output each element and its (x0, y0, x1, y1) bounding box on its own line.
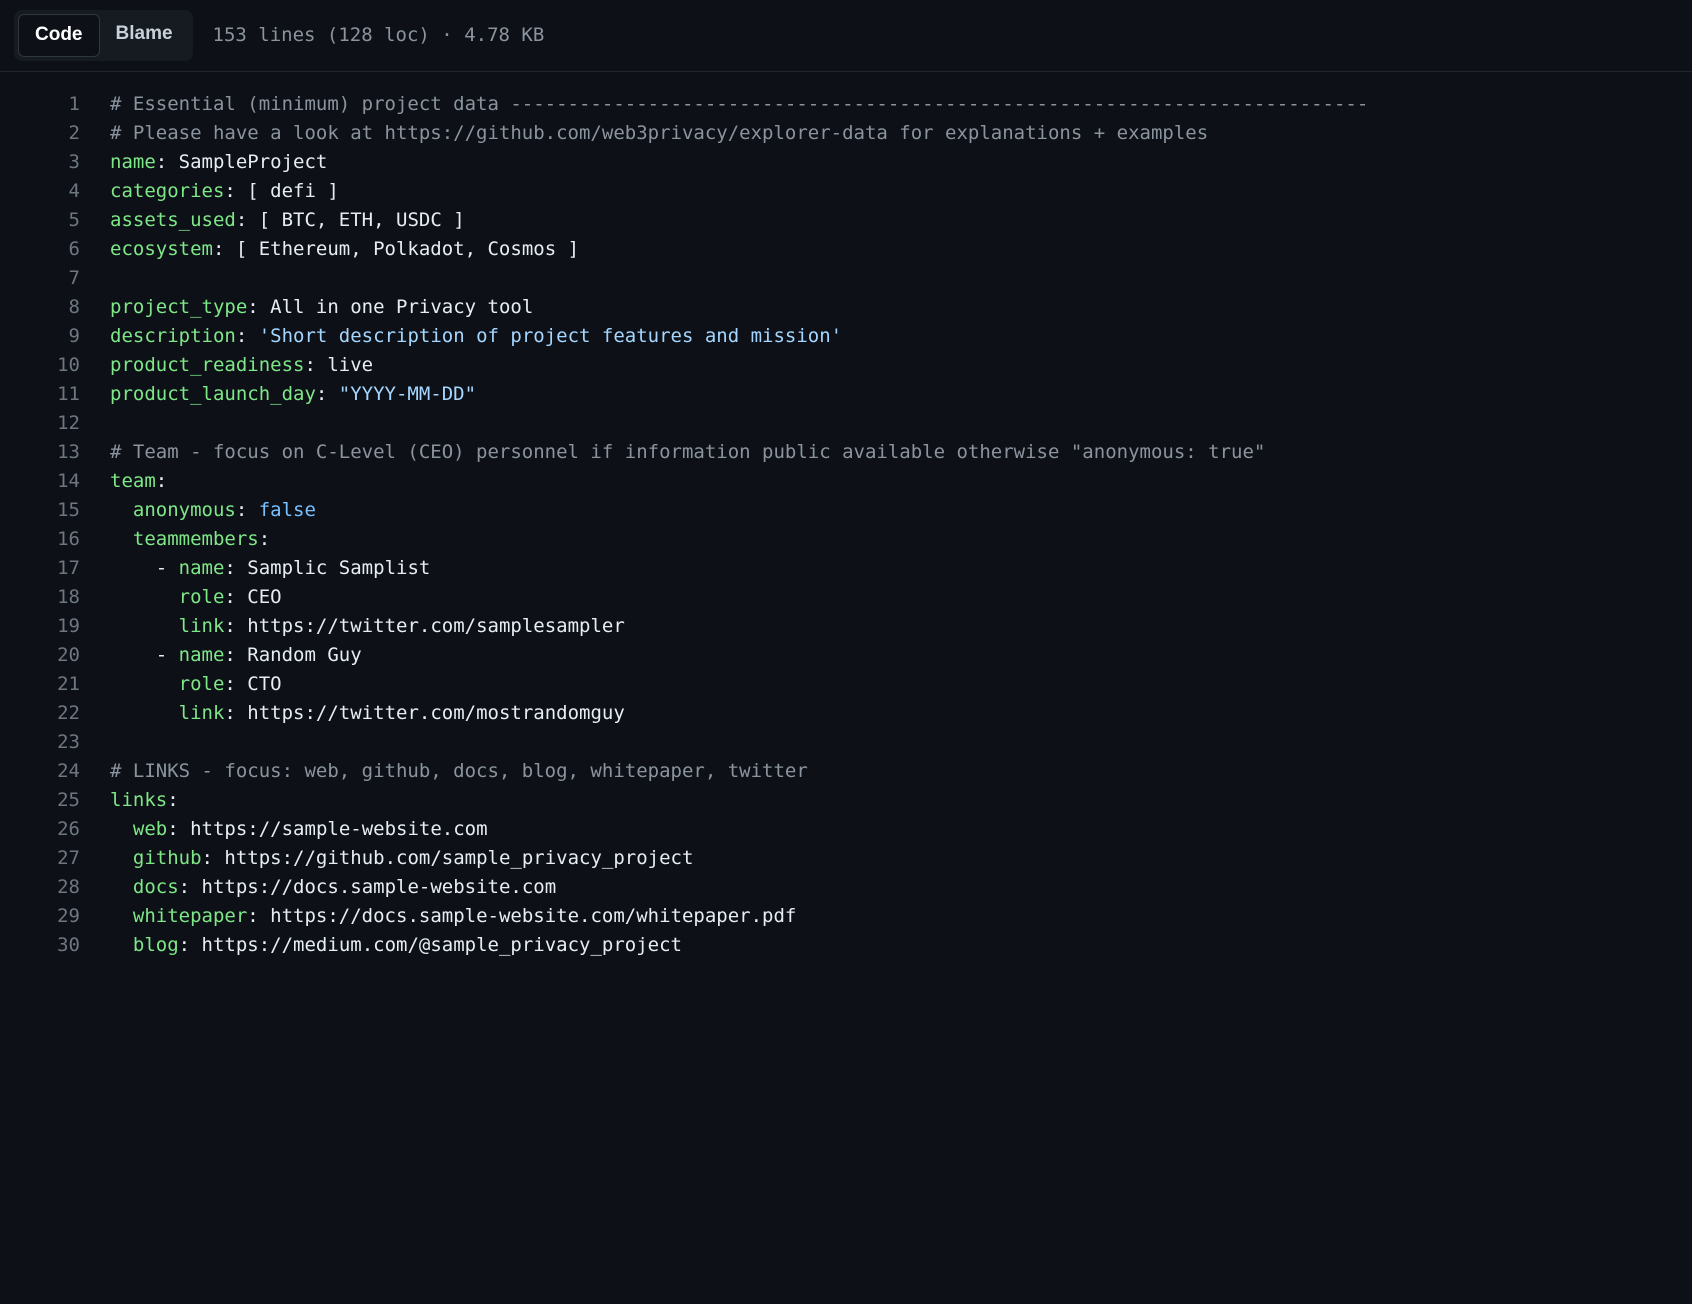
line-number: 5 (0, 206, 80, 235)
file-toolbar: Code Blame 153 lines (128 loc) · 4.78 KB (0, 0, 1692, 72)
line-number: 16 (0, 525, 80, 554)
line-number: 22 (0, 699, 80, 728)
line-number: 28 (0, 873, 80, 902)
line-number: 12 (0, 409, 80, 438)
line-number-gutter: 1234567891011121314151617181920212223242… (0, 90, 110, 960)
code-line: # Team - focus on C-Level (CEO) personne… (110, 438, 1692, 467)
code-line: categories: [ defi ] (110, 177, 1692, 206)
view-tab-group: Code Blame (14, 10, 193, 61)
line-number: 13 (0, 438, 80, 467)
line-number: 9 (0, 322, 80, 351)
code-line: role: CEO (110, 583, 1692, 612)
line-number: 20 (0, 641, 80, 670)
line-number: 4 (0, 177, 80, 206)
code-line: link: https://twitter.com/samplesampler (110, 612, 1692, 641)
code-line (110, 728, 1692, 757)
code-line: - name: Samplic Samplist (110, 554, 1692, 583)
line-number: 26 (0, 815, 80, 844)
line-number: 6 (0, 235, 80, 264)
line-number: 14 (0, 467, 80, 496)
line-number: 19 (0, 612, 80, 641)
code-line: - name: Random Guy (110, 641, 1692, 670)
code-content[interactable]: # Essential (minimum) project data -----… (110, 90, 1692, 960)
code-line: description: 'Short description of proje… (110, 322, 1692, 351)
line-number: 29 (0, 902, 80, 931)
line-number: 7 (0, 264, 80, 293)
line-number: 23 (0, 728, 80, 757)
code-line: assets_used: [ BTC, ETH, USDC ] (110, 206, 1692, 235)
code-line: # Please have a look at https://github.c… (110, 119, 1692, 148)
code-line: ecosystem: [ Ethereum, Polkadot, Cosmos … (110, 235, 1692, 264)
code-line: web: https://sample-website.com (110, 815, 1692, 844)
line-number: 27 (0, 844, 80, 873)
code-viewer: 1234567891011121314151617181920212223242… (0, 72, 1692, 960)
code-line: blog: https://medium.com/@sample_privacy… (110, 931, 1692, 960)
code-line (110, 409, 1692, 438)
line-number: 8 (0, 293, 80, 322)
line-number: 2 (0, 119, 80, 148)
code-line: product_launch_day: "YYYY-MM-DD" (110, 380, 1692, 409)
code-line: docs: https://docs.sample-website.com (110, 873, 1692, 902)
code-line: project_type: All in one Privacy tool (110, 293, 1692, 322)
code-line: # LINKS - focus: web, github, docs, blog… (110, 757, 1692, 786)
line-number: 18 (0, 583, 80, 612)
line-number: 15 (0, 496, 80, 525)
code-line: links: (110, 786, 1692, 815)
code-line: link: https://twitter.com/mostrandomguy (110, 699, 1692, 728)
file-meta: 153 lines (128 loc) · 4.78 KB (213, 21, 545, 50)
line-number: 25 (0, 786, 80, 815)
code-line: product_readiness: live (110, 351, 1692, 380)
line-number: 11 (0, 380, 80, 409)
line-number: 21 (0, 670, 80, 699)
line-number: 10 (0, 351, 80, 380)
code-line: # Essential (minimum) project data -----… (110, 90, 1692, 119)
line-number: 30 (0, 931, 80, 960)
line-number: 17 (0, 554, 80, 583)
code-line: name: SampleProject (110, 148, 1692, 177)
line-number: 3 (0, 148, 80, 177)
code-line: github: https://github.com/sample_privac… (110, 844, 1692, 873)
code-line: teammembers: (110, 525, 1692, 554)
tab-code[interactable]: Code (18, 14, 100, 57)
code-line: role: CTO (110, 670, 1692, 699)
code-line: anonymous: false (110, 496, 1692, 525)
line-number: 24 (0, 757, 80, 786)
code-line (110, 264, 1692, 293)
tab-blame[interactable]: Blame (100, 14, 189, 57)
code-line: team: (110, 467, 1692, 496)
code-line: whitepaper: https://docs.sample-website.… (110, 902, 1692, 931)
line-number: 1 (0, 90, 80, 119)
